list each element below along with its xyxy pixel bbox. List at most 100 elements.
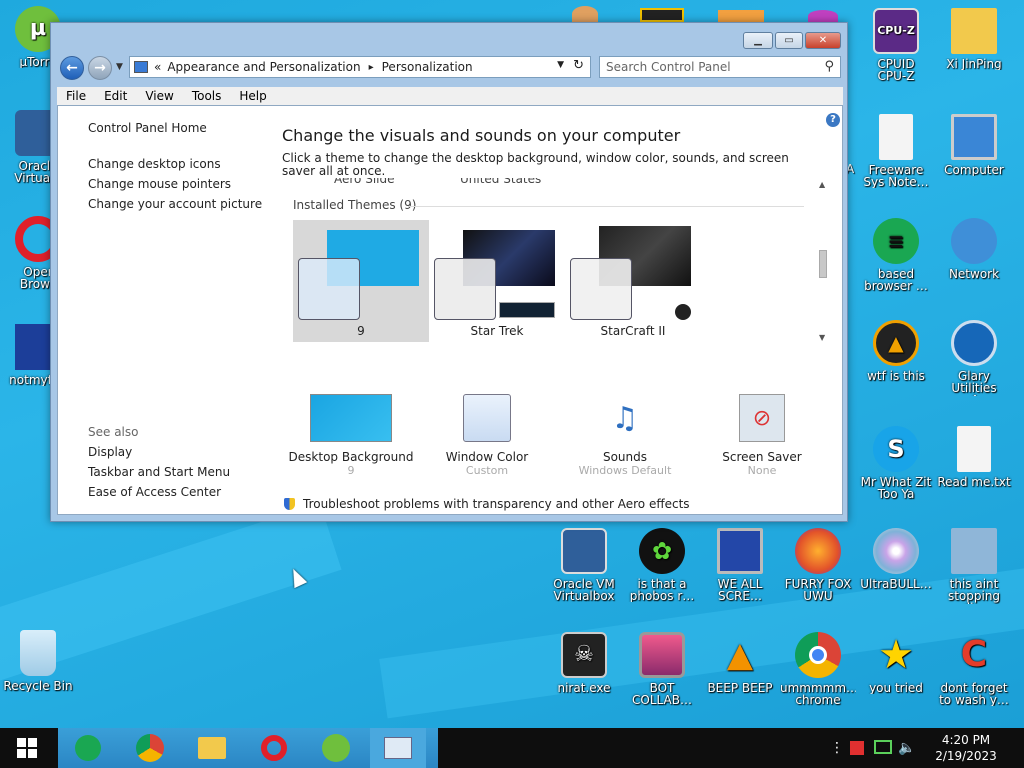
close-button[interactable]: ✕ (805, 32, 841, 49)
taskbar-app-explorer[interactable] (184, 728, 240, 768)
clock[interactable]: 4:20 PM 2/19/2023 (924, 732, 1008, 764)
back-arrow-icon: ← (66, 60, 78, 76)
address-bar[interactable]: « Appearance and Personalization ▸ Perso… (129, 56, 591, 78)
forward-button[interactable]: → (88, 56, 112, 80)
maximize-button[interactable]: ▭ (775, 32, 803, 49)
theme-starcraft[interactable]: StarCraft II (565, 220, 701, 342)
desktop-icon-furry-fox[interactable]: FURRY FOX UWU (780, 528, 856, 602)
breadcrumb-personalization[interactable]: Personalization (382, 60, 473, 74)
help-icon[interactable]: ? (826, 113, 840, 127)
virtualbox-icon (561, 528, 607, 574)
desktop-icon-label: you tried (869, 682, 923, 694)
back-button[interactable]: ← (60, 56, 84, 80)
desktop-icon-network[interactable]: Network (936, 218, 1012, 280)
desktop-icon-mr-what[interactable]: S Mr What Zit Too Ya (858, 426, 934, 500)
link-display[interactable]: Display (88, 445, 132, 459)
theme-color-swatch (570, 258, 632, 320)
control-panel-icon (134, 61, 148, 73)
minimize-button[interactable]: ▁ (743, 32, 773, 49)
desktop-icon-label: Xi JinPing (946, 58, 1002, 70)
desktop-icon-we-all[interactable]: WE ALL SCRE… (702, 528, 778, 602)
taskbar-app-chrome[interactable] (122, 728, 178, 768)
installed-themes-heading: Installed Themes (9) (293, 198, 417, 212)
desktop-icon-chrome-shortcut[interactable]: ummmmm… chrome (780, 632, 856, 706)
search-icon[interactable]: ⚲ (824, 59, 834, 74)
network-icon (951, 218, 997, 264)
desktop-icon-bot-collab[interactable]: BOT COLLAB… (624, 632, 700, 706)
desktop-icon-label: Computer (944, 164, 1004, 176)
link-control-panel-home[interactable]: Control Panel Home (88, 121, 207, 135)
taskbar-app-utorrent[interactable] (308, 728, 364, 768)
utorrent-icon (322, 734, 350, 762)
screen-saver-setting[interactable]: ⊘ Screen Saver None (699, 394, 825, 477)
cutoff-theme-us[interactable]: United States (460, 178, 541, 186)
network-status-icon[interactable] (874, 740, 892, 754)
desktop-icon-based-browser[interactable]: ≡ based browser … (858, 218, 934, 292)
overflow-icon[interactable]: ⋮ (830, 740, 844, 756)
theme-color-swatch (434, 258, 496, 320)
desktop-icon-ultrabull[interactable]: UltraBULL… (858, 528, 934, 590)
installer-icon (951, 528, 997, 574)
desktop-icon-label: Oracle VM Virtualbox (553, 578, 615, 602)
title-bar[interactable]: ▁ ▭ ✕ (51, 23, 847, 51)
action-center-flag-icon[interactable] (850, 741, 864, 755)
cutoff-theme-aero[interactable]: Aero Slide (334, 178, 395, 186)
scroll-thumb[interactable] (819, 250, 827, 278)
desktop-icon-you-tried[interactable]: ★ you tried (858, 632, 934, 694)
theme-star-trek[interactable]: Star Trek (429, 220, 565, 342)
search-box[interactable]: Search Control Panel ⚲ (599, 56, 841, 78)
desktop-icon-label: CPUID CPU-Z (877, 58, 915, 82)
start-button[interactable] (0, 728, 54, 768)
sounds-setting[interactable]: ♫ Sounds Windows Default (562, 394, 688, 478)
desktop-icon-recycle-bin[interactable]: Recycle Bin (0, 630, 76, 692)
address-dropdown-icon[interactable]: ▼ (557, 60, 564, 70)
desktop-icon-phobos[interactable]: ✿ is that a phobos r… (624, 528, 700, 602)
theme-list-scrollbar[interactable]: ▲ ▼ (816, 178, 830, 348)
theme-list[interactable]: Aero Slide United States Installed Theme… (282, 178, 832, 350)
opera-icon (261, 735, 287, 761)
desktop-icon-nirat[interactable]: ☠ nirat.exe (546, 632, 622, 694)
desktop-icon-wtf[interactable]: ▲ wtf is this (858, 320, 934, 382)
taskbar-app-based-browser[interactable] (60, 728, 116, 768)
desktop-icon-cpuz[interactable]: CPU-Z CPUID CPU-Z (858, 8, 934, 82)
menu-help[interactable]: Help (230, 89, 275, 103)
menu-edit[interactable]: Edit (95, 89, 136, 103)
menu-file[interactable]: File (57, 89, 95, 103)
refresh-icon[interactable]: ↻ (573, 58, 584, 73)
link-taskbar-start-menu[interactable]: Taskbar and Start Menu (88, 465, 230, 479)
menu-tools[interactable]: Tools (183, 89, 231, 103)
breadcrumb-separator-icon[interactable]: ▸ (369, 62, 374, 73)
breadcrumb-overflow[interactable]: « (154, 60, 161, 74)
theme-label: Star Trek (470, 324, 524, 338)
theme-9[interactable]: 9 (293, 220, 429, 342)
desktop-icon-xi[interactable]: Xi JinPing (936, 8, 1012, 70)
desktop-icon-vbox[interactable]: Oracle VM Virtualbox (546, 528, 622, 602)
taskbar-app-opera[interactable] (246, 728, 302, 768)
scroll-up-icon[interactable]: ▲ (819, 180, 825, 189)
desktop-icon-stopping[interactable]: this aint stopping di… (936, 528, 1012, 604)
desktop-icon-label: Network (948, 268, 1000, 280)
search-input[interactable]: Search Control Panel (606, 60, 731, 74)
desktop-icon-glary[interactable]: Glary Utilities 4 (936, 320, 1012, 396)
desktop-icon-wash[interactable]: C dont forget to wash y… (936, 632, 1012, 707)
recent-pages-dropdown[interactable]: ▼ (116, 62, 123, 72)
link-change-mouse-pointers[interactable]: Change mouse pointers (88, 177, 231, 191)
breadcrumb-appearance[interactable]: Appearance and Personalization (167, 60, 360, 74)
desktop-icon-label: Recycle Bin (3, 680, 73, 692)
desktop-icon-readme[interactable]: Read me.txt (936, 426, 1012, 488)
control-panel-window[interactable]: ▁ ▭ ✕ ← → ▼ « Appearance and Personaliza… (50, 22, 848, 522)
scroll-down-icon[interactable]: ▼ (819, 333, 825, 342)
menu-view[interactable]: View (136, 89, 182, 103)
desktop-icon-freeware[interactable]: Freeware Sys Note… (858, 114, 934, 188)
desktop-background-setting[interactable]: Desktop Background 9 (288, 394, 414, 477)
taskbar-app-control-panel[interactable] (370, 728, 426, 768)
link-change-account-picture[interactable]: Change your account picture (88, 197, 262, 211)
window-color-setting[interactable]: Window Color Custom (424, 394, 550, 477)
desktop-icon-computer[interactable]: Computer (936, 114, 1012, 176)
link-ease-of-access[interactable]: Ease of Access Center (88, 485, 221, 499)
volume-icon[interactable]: 🔈 (898, 740, 915, 756)
desktop-icon-beep[interactable]: ▲ BEEP BEEP (702, 632, 778, 694)
troubleshoot-link[interactable]: Troubleshoot problems with transparency … (284, 497, 690, 511)
link-change-desktop-icons[interactable]: Change desktop icons (88, 157, 221, 171)
content-area: Control Panel Home Change desktop icons … (57, 105, 843, 515)
